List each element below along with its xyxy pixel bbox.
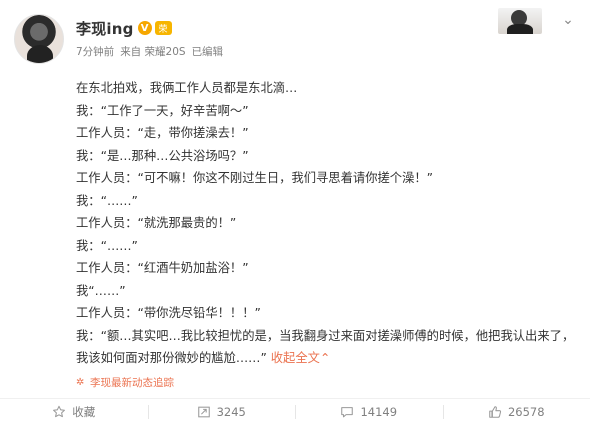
username[interactable]: 李现ing bbox=[76, 18, 134, 39]
post-line: 我：“……” bbox=[76, 238, 138, 253]
collapse-label: 收起全文 bbox=[270, 351, 320, 365]
sparkle-icon: ✲ bbox=[76, 377, 85, 388]
like-button[interactable]: 26578 bbox=[442, 399, 590, 425]
post-line: 工作人员：“红酒牛奶加盐浴！” bbox=[76, 261, 249, 275]
avatar[interactable] bbox=[14, 14, 64, 64]
chevron-down-icon[interactable]: ⌄ bbox=[560, 12, 576, 28]
like-count: 26578 bbox=[507, 405, 545, 419]
post-content: 在东北拍戏，我俩工作人员都是东北滴… 我：“工作了一天，好辛苦啊～” 工作人员：… bbox=[76, 77, 576, 370]
repost-icon bbox=[197, 406, 210, 418]
thumbs-up-icon bbox=[489, 406, 502, 418]
post-time[interactable]: 7分钟前 bbox=[76, 44, 114, 59]
topic-label: 李现最新动态追踪 bbox=[90, 377, 174, 389]
action-bar: 收藏 3245 14149 26578 bbox=[0, 399, 590, 425]
post-line: 我：“是…那种…公共浴场吗？” bbox=[76, 148, 249, 163]
post-line: 工作人员：“走，带你搓澡去！” bbox=[76, 126, 249, 140]
comment-icon bbox=[341, 407, 354, 418]
user-photo-thumbnail[interactable] bbox=[498, 8, 542, 34]
post-line-last: 我：“额…其实吧…我比较担忧的是，当我翻身过来面对搓澡师傅的时候，他把我认出来了… bbox=[76, 325, 576, 370]
post-line: 工作人员：“就洗那最贵的！” bbox=[76, 216, 237, 230]
username-row: 李现ing V 荣 bbox=[76, 18, 223, 38]
post-line: 工作人员：“可不嘛！你这不刚过生日，我们寻思着请你搓个澡！” bbox=[76, 171, 434, 185]
chevron-up-icon: ⌃ bbox=[319, 351, 331, 365]
collapse-text-link[interactable]: 收起全文⌃ bbox=[271, 351, 331, 365]
post-meta: 7分钟前 来自 荣耀20S 已编辑 bbox=[76, 44, 223, 59]
weibo-post-card: 李现ing V 荣 7分钟前 来自 荣耀20S 已编辑 ⌄ 在东北拍戏，我俩工作… bbox=[0, 0, 590, 425]
post-line: 我“……” bbox=[76, 283, 126, 298]
post-line: 我：“工作了一天，好辛苦啊～” bbox=[76, 103, 249, 118]
comment-count: 14149 bbox=[360, 405, 398, 419]
favorite-button[interactable]: 收藏 bbox=[0, 399, 148, 425]
star-icon bbox=[53, 405, 66, 418]
topic-link[interactable]: ✲ 李现最新动态追踪 bbox=[76, 375, 174, 390]
post-source: 来自 荣耀20S bbox=[120, 46, 186, 58]
favorite-label: 收藏 bbox=[72, 405, 96, 419]
vip-badge-icon: 荣 bbox=[154, 21, 172, 35]
post-line: 工作人员：“带你洗尽铅华！！！” bbox=[76, 306, 261, 320]
repost-count: 3245 bbox=[216, 405, 246, 419]
post-line: 我：“……” bbox=[76, 193, 138, 208]
comment-button[interactable]: 14149 bbox=[295, 399, 443, 425]
edited-label[interactable]: 已编辑 bbox=[192, 44, 224, 59]
post-line: 在东北拍戏，我俩工作人员都是东北滴… bbox=[76, 81, 298, 95]
post-header: 李现ing V 荣 7分钟前 来自 荣耀20S 已编辑 bbox=[76, 18, 223, 59]
verified-badge-icon: V bbox=[137, 21, 152, 35]
repost-button[interactable]: 3245 bbox=[147, 399, 296, 425]
